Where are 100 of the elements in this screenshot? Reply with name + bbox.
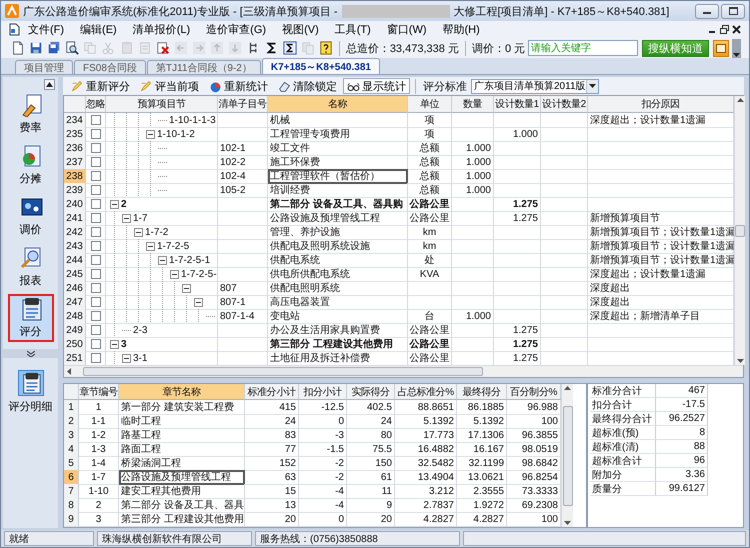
toolbar-button[interactable]	[281, 39, 298, 57]
column-header[interactable]: 名称	[268, 96, 408, 113]
sidebar-item[interactable]: 分摊	[8, 141, 54, 189]
table-cell	[541, 225, 588, 240]
summary-value: 8	[656, 426, 708, 440]
checkbox[interactable]	[90, 129, 100, 139]
checkbox[interactable]	[90, 213, 100, 223]
collapse-icon[interactable]	[146, 130, 155, 138]
checkbox[interactable]	[90, 227, 100, 237]
scroll-thumb[interactable]	[83, 367, 483, 376]
item-number: 807-1	[218, 295, 268, 310]
scroll-thumb[interactable]	[735, 224, 745, 236]
collapse-icon[interactable]	[134, 228, 143, 236]
vertical-scrollbar[interactable]	[734, 96, 745, 365]
menu-item[interactable]: 视图(V)	[274, 22, 327, 38]
collapse-icon[interactable]	[122, 214, 131, 222]
scroll-up-button[interactable]	[44, 79, 55, 90]
checkbox[interactable]	[90, 143, 100, 153]
maximize-button[interactable]	[721, 4, 745, 18]
column-header[interactable]: 设计数量1	[494, 96, 541, 113]
collapse-icon[interactable]	[170, 270, 179, 278]
toolbar-button[interactable]: 评当前项	[136, 78, 203, 94]
close-icon[interactable]	[732, 25, 741, 34]
collapse-icon[interactable]	[158, 256, 167, 264]
column-header[interactable]: 实际得分	[347, 384, 395, 400]
menu-item[interactable]: 文件(F)	[20, 22, 72, 38]
collapse-icon[interactable]	[110, 200, 119, 208]
toolbar-button[interactable]: 清除锁定	[274, 78, 341, 94]
toolbar-overflow-button[interactable]	[732, 38, 741, 58]
collapse-icon[interactable]	[182, 284, 191, 292]
menu-item[interactable]: 窗口(W)	[378, 22, 434, 38]
column-header[interactable]: 清单子目号	[218, 96, 268, 113]
checkbox[interactable]	[90, 241, 100, 251]
checkbox[interactable]	[90, 115, 100, 125]
toolbar-button[interactable]: 重新统计	[205, 78, 272, 94]
menu-item[interactable]: 帮助(H)	[434, 22, 488, 38]
checkbox[interactable]	[90, 339, 100, 349]
menu-item[interactable]: 编辑(E)	[72, 22, 125, 38]
column-header[interactable]: 最终得分	[457, 384, 507, 400]
column-header[interactable]: 百分制分%	[507, 384, 561, 400]
table-cell: 13.0621	[457, 470, 507, 485]
column-header[interactable]: 标准分小计	[245, 384, 299, 400]
checkbox[interactable]	[90, 269, 100, 279]
checkbox[interactable]	[90, 353, 100, 363]
vertical-scrollbar[interactable]	[561, 384, 573, 527]
checkbox[interactable]	[90, 283, 100, 293]
collapse-icon[interactable]	[110, 340, 119, 348]
quantity: 1.000	[452, 141, 494, 156]
collapse-icon[interactable]	[146, 242, 155, 250]
pie-chart-icon	[209, 80, 222, 92]
sidebar-item[interactable]: 评分明细	[4, 366, 56, 418]
scroll-thumb[interactable]	[562, 406, 572, 506]
table-cell: 16.4882	[395, 442, 457, 457]
unit: km	[408, 239, 452, 254]
column-header[interactable]: 扣分原因	[588, 96, 734, 113]
search-field[interactable]: 请输入关键字	[528, 40, 638, 56]
sidebar-item[interactable]: 调价	[8, 192, 54, 240]
standard-dropdown[interactable]: 广东项目清单预算2011版	[471, 78, 599, 94]
menu-item[interactable]: 造价审查(G)	[198, 22, 274, 38]
unit: 公路公里	[408, 211, 452, 226]
window-button[interactable]	[713, 40, 730, 56]
checkbox[interactable]	[90, 255, 100, 265]
table-cell	[494, 239, 541, 254]
tab[interactable]: K7+185～K8+540.381	[262, 58, 380, 74]
row-number: 2	[64, 414, 79, 429]
menu-item[interactable]: 工具(T)	[326, 22, 379, 38]
column-header[interactable]: 占总标准分%	[395, 384, 457, 400]
sidebar-item[interactable]: 费率	[8, 90, 54, 138]
column-header[interactable]: 设计数量2	[541, 96, 588, 113]
sidebar-item[interactable]: 评分	[8, 294, 54, 342]
checkbox[interactable]	[90, 199, 100, 209]
tab[interactable]: 第TJ11合同段（9-2）	[146, 60, 261, 74]
column-header[interactable]: 数量	[452, 96, 494, 113]
restore-icon[interactable]	[720, 25, 729, 34]
column-header[interactable]: 预算项目节	[106, 96, 218, 113]
sidebar-item[interactable]: 报表	[8, 243, 54, 291]
tab[interactable]: FS08合同段	[74, 60, 146, 74]
checkbox[interactable]	[90, 311, 100, 321]
table-cell	[494, 281, 541, 296]
toolbar-button[interactable]: 显示统计	[343, 78, 410, 94]
checkbox[interactable]	[90, 157, 100, 167]
collapse-icon[interactable]	[194, 298, 203, 306]
tab[interactable]: 项目管理	[15, 60, 73, 74]
checkbox[interactable]	[90, 185, 100, 195]
column-header[interactable]: 忽略	[86, 96, 106, 113]
table-cell: 20	[347, 512, 395, 527]
collapse-icon[interactable]	[122, 354, 131, 362]
pen-icon	[71, 80, 84, 92]
toolbar-button[interactable]: 重新评分	[67, 78, 134, 94]
column-header[interactable]: 章节编号	[79, 384, 119, 400]
minimize-button[interactable]	[695, 4, 719, 18]
checkbox[interactable]	[90, 171, 100, 181]
checkbox[interactable]	[90, 297, 100, 307]
menu-item[interactable]: 清单报价(L)	[124, 22, 198, 38]
column-header[interactable]: 章节名称	[119, 384, 245, 400]
checkbox[interactable]	[90, 325, 100, 335]
column-header[interactable]: 单位	[408, 96, 452, 113]
maximize-icon	[728, 7, 738, 15]
horizontal-scrollbar[interactable]	[64, 365, 743, 377]
column-header[interactable]: 扣分小计	[299, 384, 347, 400]
